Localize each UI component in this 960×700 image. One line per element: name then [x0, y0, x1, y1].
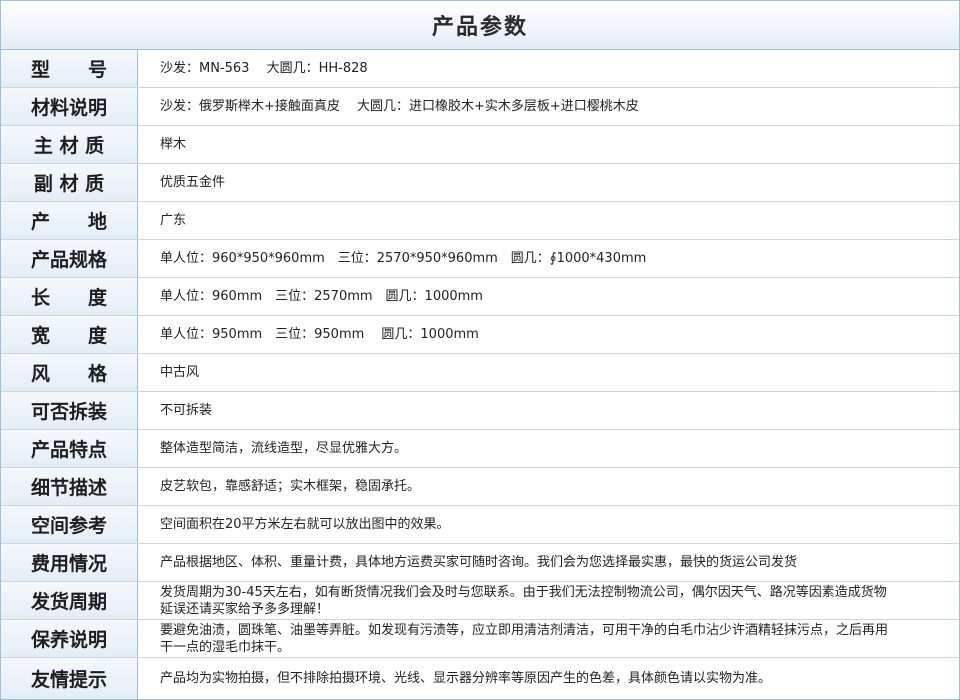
table-row-details: 细节描述 皮艺软包，靠感舒适；实木框架，稳固承托。 [1, 468, 959, 506]
row-label: 副 材 质 [1, 164, 138, 201]
row-value: 发货周期为30-45天左右，如有断货情况我们会及时与您联系。由于我们无法控制物流… [160, 584, 887, 617]
row-label: 长 度 [1, 278, 138, 315]
row-value: 优质五金件 [160, 175, 226, 190]
table-row-delivery-period: 发货周期 发货周期为30-45天左右，如有断货情况我们会及时与您联系。由于我们无… [1, 582, 959, 620]
row-label: 空间参考 [1, 506, 138, 543]
row-value: 中古风 [160, 365, 200, 380]
row-label: 宽 度 [1, 316, 138, 353]
row-value: 皮艺软包，靠感舒适；实木框架，稳固承托。 [160, 479, 421, 494]
row-label: 风 格 [1, 354, 138, 391]
row-label: 材料说明 [1, 88, 138, 125]
table-title: 产品参数 [1, 1, 959, 50]
table-row-features: 产品特点 整体造型简洁，流线造型，尽显优雅大方。 [1, 430, 959, 468]
table-row-width: 宽 度 单人位：950mm 三位：950mm 圆几：1000mm [1, 316, 959, 354]
row-label: 费用情况 [1, 544, 138, 581]
row-label: 发货周期 [1, 582, 138, 619]
product-parameters-table: 产品参数 型 号 沙发：MN-563 大圆几：HH-828 材料说明 沙发：俄罗… [0, 0, 960, 700]
table-row-shipping-cost: 费用情况 产品根据地区、体积、重量计费，具体地方运费买家可随时咨询。我们会为您选… [1, 544, 959, 582]
row-label: 型 号 [1, 50, 138, 87]
table-row-specification: 产品规格 单人位：960*950*960mm 三位：2570*950*960mm… [1, 240, 959, 278]
row-value: 产品均为实物拍摄，但不排除拍摄环境、光线、显示器分辨率等原因产生的色差，具体颜色… [160, 671, 772, 686]
row-label: 细节描述 [1, 468, 138, 505]
row-label: 可否拆装 [1, 392, 138, 429]
table-row-model: 型 号 沙发：MN-563 大圆几：HH-828 [1, 50, 959, 88]
row-value: 单人位：950mm 三位：950mm 圆几：1000mm [160, 327, 479, 342]
row-value: 单人位：960mm 三位：2570mm 圆几：1000mm [160, 289, 483, 304]
row-label: 产品特点 [1, 430, 138, 467]
table-row-detachable: 可否拆装 不可拆装 [1, 392, 959, 430]
row-label: 保养说明 [1, 620, 138, 657]
row-value: 要避免油渍，圆珠笔、油墨等弄脏。如发现有污渍等，应立即用清洁剂清洁，可用干净的白… [160, 622, 889, 655]
table-row-origin: 产 地 广东 [1, 202, 959, 240]
table-row-maintenance: 保养说明 要避免油渍，圆珠笔、油墨等弄脏。如发现有污渍等，应立即用清洁剂清洁，可… [1, 620, 959, 658]
row-value: 单人位：960*950*960mm 三位：2570*950*960mm 圆几：∮… [160, 251, 647, 266]
table-row-secondary-material: 副 材 质 优质五金件 [1, 164, 959, 202]
row-value: 沙发：俄罗斯榉木+接触面真皮 大圆几：进口橡胶木+实木多层板+进口樱桃木皮 [160, 99, 639, 114]
table-row-friendly-tip: 友情提示 产品均为实物拍摄，但不排除拍摄环境、光线、显示器分辨率等原因产生的色差… [1, 658, 959, 699]
table-row-length: 长 度 单人位：960mm 三位：2570mm 圆几：1000mm [1, 278, 959, 316]
table-row-space-reference: 空间参考 空间面积在20平方米左右就可以放出图中的效果。 [1, 506, 959, 544]
row-value: 空间面积在20平方米左右就可以放出图中的效果。 [160, 517, 450, 532]
table-row-material: 材料说明 沙发：俄罗斯榉木+接触面真皮 大圆几：进口橡胶木+实木多层板+进口樱桃… [1, 88, 959, 126]
row-value: 沙发：MN-563 大圆几：HH-828 [160, 61, 368, 76]
row-value: 榉木 [160, 137, 187, 152]
table-row-style: 风 格 中古风 [1, 354, 959, 392]
row-value: 不可拆装 [160, 403, 213, 418]
row-label: 友情提示 [1, 658, 138, 699]
table-row-main-material: 主 材 质 榉木 [1, 126, 959, 164]
row-value: 产品根据地区、体积、重量计费，具体地方运费买家可随时咨询。我们会为您选择最实惠，… [160, 555, 798, 570]
row-value: 整体造型简洁，流线造型，尽显优雅大方。 [160, 441, 408, 456]
row-label: 主 材 质 [1, 126, 138, 163]
row-value: 广东 [160, 213, 187, 228]
row-label: 产品规格 [1, 240, 138, 277]
row-label: 产 地 [1, 202, 138, 239]
